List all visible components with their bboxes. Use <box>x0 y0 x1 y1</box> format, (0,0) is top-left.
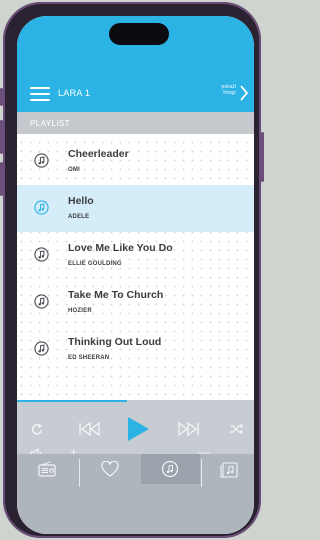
phone-screen: LARA 1 pokaži fotogr PLAYLIST Cheerleade… <box>17 16 254 534</box>
music-note-icon <box>34 341 49 356</box>
show-photo-link[interactable]: pokaži fotogr <box>212 84 236 96</box>
music-note-icon <box>34 247 49 262</box>
song-title: Thinking Out Loud <box>68 336 162 348</box>
show-photo-link-line2: fotogr <box>223 90 236 96</box>
playlist-label: PLAYLIST <box>30 119 70 128</box>
play-icon[interactable] <box>125 415 151 443</box>
shuffle-icon[interactable] <box>229 423 244 435</box>
song-artist: ADELE <box>68 214 90 220</box>
song-list: Cheerleader OMI Hello ADELE Love Me Like… <box>17 138 254 400</box>
radio-icon <box>38 461 56 477</box>
chevron-right-icon[interactable] <box>239 85 249 104</box>
song-row[interactable]: Cheerleader OMI <box>17 138 254 185</box>
next-track-icon[interactable] <box>176 421 200 437</box>
music-note-icon <box>34 200 49 215</box>
tab-favorites[interactable] <box>80 454 139 484</box>
song-row[interactable]: Thinking Out Loud ED SHEERAN <box>17 326 254 373</box>
song-title: Cheerleader <box>68 148 129 160</box>
volume-down-button <box>0 162 3 196</box>
track-progress[interactable] <box>17 400 127 402</box>
music-library-icon <box>220 462 238 478</box>
playlist-header: PLAYLIST <box>17 112 254 134</box>
power-button <box>261 132 264 182</box>
repeat-icon[interactable] <box>30 422 44 436</box>
mute-switch <box>0 88 3 106</box>
hamburger-menu-icon[interactable] <box>30 87 50 101</box>
song-row[interactable]: Take Me To Church HOZIER <box>17 279 254 326</box>
phone-frame: LARA 1 pokaži fotogr PLAYLIST Cheerleade… <box>0 2 264 538</box>
volume-up-button <box>0 120 3 154</box>
tab-library[interactable] <box>202 454 254 484</box>
song-row[interactable]: Love Me Like You Do ELLIE GOULDING <box>17 232 254 279</box>
song-artist: ELLIE GOULDING <box>68 261 122 267</box>
tab-music-active[interactable] <box>141 454 200 484</box>
song-artist: OMI <box>68 167 80 173</box>
song-artist: HOZIER <box>68 308 92 314</box>
previous-track-icon[interactable] <box>78 421 102 437</box>
song-artist: ED SHEERAN <box>68 355 110 361</box>
music-note-icon <box>34 153 49 168</box>
song-title: Love Me Like You Do <box>68 242 173 254</box>
heart-icon <box>101 461 119 477</box>
music-disc-icon <box>161 460 179 478</box>
tab-radio[interactable] <box>17 454 76 484</box>
song-row-active[interactable]: Hello ADELE <box>17 185 254 232</box>
dynamic-island <box>109 23 169 45</box>
song-title: Take Me To Church <box>68 289 164 301</box>
music-note-icon <box>34 294 49 309</box>
song-title: Hello <box>68 195 94 207</box>
app-title: LARA 1 <box>58 88 91 98</box>
bottom-tab-bar <box>17 454 254 534</box>
